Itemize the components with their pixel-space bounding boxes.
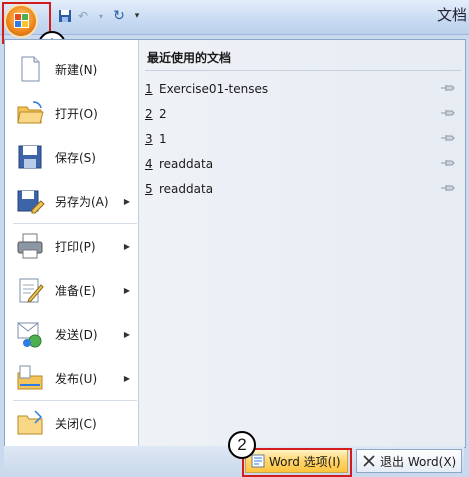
recent-document-item[interactable]: 5 readdata [145, 179, 461, 199]
menu-item-prepare[interactable]: 准备(E) ▶ [5, 269, 138, 311]
menu-item-label: 关闭(C) [55, 416, 97, 431]
save-disk-icon [18, 145, 42, 169]
menu-item-label: 发送(D) [55, 327, 98, 342]
submenu-arrow-icon: ▶ [123, 329, 130, 339]
customize-dropdown-icon[interactable]: ▾ [128, 7, 146, 25]
pin-icon[interactable] [441, 184, 455, 192]
pin-icon[interactable] [441, 134, 455, 142]
word-options-button[interactable]: Word 选项(I) [245, 449, 348, 473]
recent-document-item[interactable]: 3 1 [145, 129, 461, 149]
submenu-arrow-icon: ▶ [123, 373, 130, 383]
menu-item-open[interactable]: 打开(O) [5, 92, 138, 134]
quick-access-toolbar: ↶ ▾ ↻ ▾ [56, 7, 146, 25]
recent-document-index: 5 [145, 182, 153, 196]
recent-document-index: 2 [145, 107, 153, 121]
window-title: 文档 [436, 6, 467, 24]
office-button[interactable] [6, 6, 36, 36]
recent-document-index: 3 [145, 132, 153, 146]
recent-document-index: 1 [145, 82, 153, 96]
close-folder-icon [17, 410, 43, 435]
office-menu-left-pane: 新建(N) 打开(O) 保存(S) 另存为(A) ▶ 打印(P) ▶ 准备(E)… [5, 40, 139, 447]
menu-divider [13, 223, 137, 224]
menu-item-label: 保存(S) [55, 150, 96, 165]
open-folder-icon [17, 101, 44, 124]
prepare-icon [19, 278, 44, 303]
pin-icon[interactable] [441, 84, 455, 92]
menu-item-save[interactable]: 保存(S) [5, 136, 138, 178]
menu-item-label: 发布(U) [55, 371, 98, 386]
submenu-arrow-icon: ▶ [123, 196, 130, 206]
recent-document-index: 4 [145, 157, 153, 171]
exit-word-button[interactable]: 退出 Word(X) [356, 449, 462, 473]
menu-item-close[interactable]: 关闭(C) [5, 402, 138, 444]
menu-item-label: 打开(O) [55, 106, 98, 121]
recent-document-item[interactable]: 1 Exercise01-tenses [145, 79, 461, 99]
send-icon [17, 322, 42, 348]
recent-document-name: 2 [159, 107, 167, 121]
submenu-arrow-icon: ▶ [123, 285, 130, 295]
printer-icon [17, 233, 43, 259]
recent-document-item[interactable]: 4 readdata [145, 154, 461, 174]
office-logo-icon [14, 13, 29, 28]
menu-divider [13, 400, 137, 401]
callout-number-2: 2 [228, 431, 256, 459]
menu-item-label: 另存为(A) [55, 194, 109, 209]
office-menu: 新建(N) 打开(O) 保存(S) 另存为(A) ▶ 打印(P) ▶ 准备(E)… [4, 39, 466, 448]
undo-dropdown-icon[interactable]: ▾ [92, 7, 110, 25]
title-bar: ↶ ▾ ↻ ▾ 文档 [0, 0, 469, 36]
exit-word-label: 退出 Word(X) [380, 454, 457, 469]
recent-document-name: Exercise01-tenses [159, 82, 269, 96]
recent-document-name: 1 [159, 132, 167, 146]
options-icon [251, 454, 265, 468]
menu-item-label: 新建(N) [55, 62, 98, 77]
recent-documents-header: 最近使用的文档 [147, 51, 232, 65]
pin-icon[interactable] [441, 109, 455, 117]
header-divider [145, 70, 461, 71]
word-options-label: Word 选项(I) [269, 454, 341, 469]
menu-item-send[interactable]: 发送(D) ▶ [5, 313, 138, 355]
save-icon[interactable] [56, 7, 74, 25]
recent-document-name: readdata [159, 182, 214, 196]
publish-icon [17, 365, 43, 390]
recent-document-item[interactable]: 2 2 [145, 104, 461, 124]
menu-item-label: 打印(P) [55, 239, 96, 254]
undo-icon[interactable]: ↶ [74, 7, 92, 25]
menu-item-label: 准备(E) [55, 283, 96, 298]
menu-item-publish[interactable]: 发布(U) ▶ [5, 357, 138, 399]
new-document-icon [21, 56, 40, 82]
menu-item-new[interactable]: 新建(N) [5, 48, 138, 90]
recent-documents-pane: 最近使用的文档 1 Exercise01-tenses 2 2 3 1 4 re… [139, 40, 465, 447]
menu-item-save-as[interactable]: 另存为(A) ▶ [5, 180, 138, 222]
redo-icon[interactable]: ↻ [110, 7, 128, 25]
menu-item-print[interactable]: 打印(P) ▶ [5, 225, 138, 267]
close-icon [363, 455, 375, 467]
pin-icon[interactable] [441, 159, 455, 167]
submenu-arrow-icon: ▶ [123, 241, 130, 251]
save-as-icon [17, 190, 45, 214]
recent-document-name: readdata [159, 157, 214, 171]
